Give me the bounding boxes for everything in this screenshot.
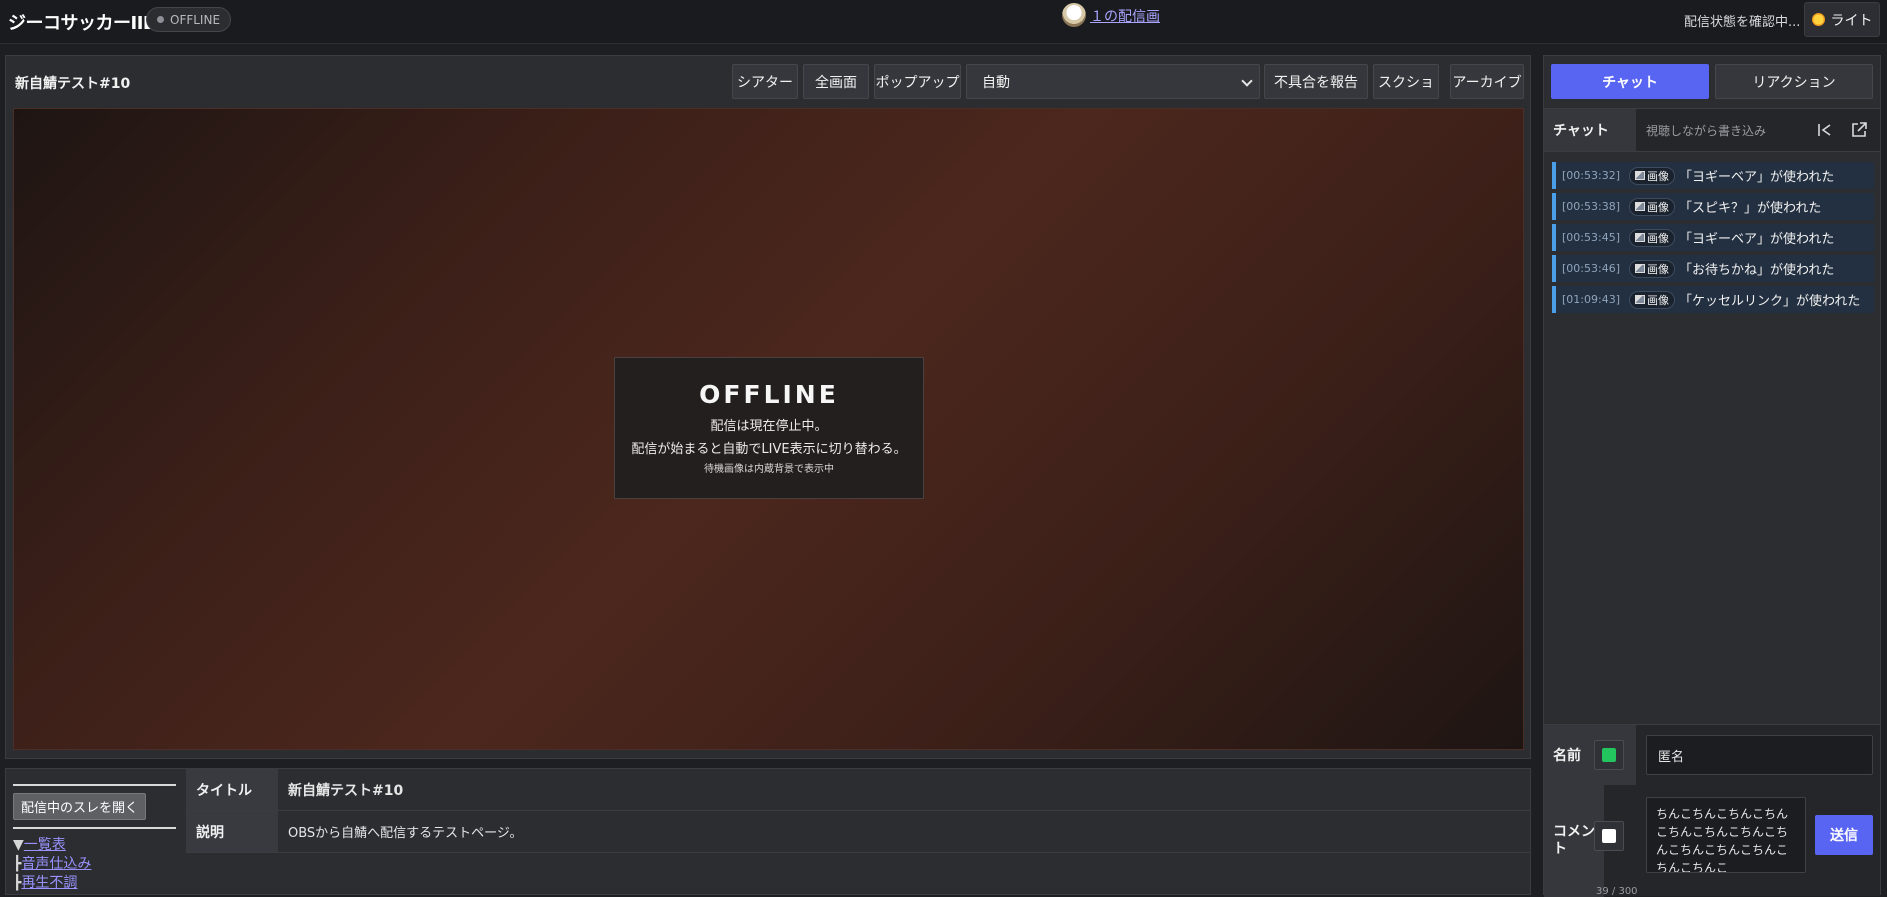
chat-message: [00:53:46] 画像 「お待ちかね」が使われた bbox=[1552, 255, 1874, 282]
top-bar: ジーコサッカーIIDX OFFLINE １の配信画 配信状態を確認中... ライ… bbox=[0, 0, 1887, 44]
info-panel: 配信中のスレを開く ▼一覧表 ┣音声仕込み ┣再生不調 タイトル 新自鯖テスト#… bbox=[5, 768, 1531, 895]
status-badge-label: OFFLINE bbox=[170, 12, 221, 27]
offline-message-2: 配信が始まると自動でLIVE表示に切り替わる。 bbox=[631, 442, 907, 457]
image-badge: 画像 bbox=[1629, 259, 1675, 278]
chat-text: 「スピキ？」が使われた bbox=[1679, 201, 1822, 216]
info-key: タイトル bbox=[186, 769, 278, 810]
thread-link[interactable]: 一覧表 bbox=[24, 837, 66, 853]
table-row: タイトル 新自鯖テスト#10 bbox=[186, 769, 1530, 811]
chat-message: [01:09:43] 画像 「ケッセルリンク」が使われた bbox=[1552, 286, 1874, 313]
report-issue-button[interactable]: 不具合を報告 bbox=[1264, 64, 1368, 99]
image-icon bbox=[1635, 295, 1645, 304]
comment-textarea[interactable]: ちんこちんこちんこちんこちんこちんこちんこちんこちんこちんこちんこちんこちんこ bbox=[1646, 797, 1806, 873]
thread-link[interactable]: 音声仕込み bbox=[21, 856, 91, 872]
image-badge: 画像 bbox=[1629, 228, 1675, 247]
offline-message-1: 配信は現在停止中。 bbox=[710, 419, 828, 434]
offline-heading: OFFLINE bbox=[699, 380, 839, 409]
streamer-link[interactable]: １の配信画 bbox=[1062, 3, 1160, 27]
image-icon bbox=[1635, 171, 1645, 180]
popup-button[interactable]: ポップアップ bbox=[874, 64, 961, 99]
name-input[interactable]: 匿名 bbox=[1646, 735, 1873, 775]
comment-color-swatch bbox=[1602, 829, 1616, 843]
thread-column: 配信中のスレを開く ▼一覧表 ┣音声仕込み ┣再生不調 bbox=[13, 784, 176, 893]
archive-button[interactable]: アーカイブ bbox=[1450, 64, 1524, 99]
tree-prefix: ▼ bbox=[13, 837, 24, 853]
divider bbox=[13, 784, 176, 786]
theme-toggle-button[interactable]: ライト bbox=[1804, 2, 1880, 37]
badge-label: 画像 bbox=[1647, 200, 1669, 214]
name-color-swatch bbox=[1602, 748, 1616, 762]
quality-select[interactable]: 自動 bbox=[966, 64, 1260, 99]
stream-info-table: タイトル 新自鯖テスト#10 説明 OBSから自鯖へ配信するテストページ。 bbox=[186, 769, 1530, 853]
chat-text: 「ヨギーベア」が使われた bbox=[1679, 170, 1835, 185]
quality-select-value: 自動 bbox=[982, 74, 1010, 91]
badge-label: 画像 bbox=[1647, 262, 1669, 276]
offline-note: 待機画像は内蔵背景で表示中 bbox=[704, 464, 834, 475]
chat-sidebar: チャット リアクション チャット 視聴しながら書き込み [00:53:32] 画… bbox=[1543, 55, 1881, 897]
theme-toggle-label: ライト bbox=[1830, 12, 1873, 29]
image-badge: 画像 bbox=[1629, 290, 1675, 309]
divider bbox=[13, 827, 176, 829]
chat-message-list: [00:53:32] 画像 「ヨギーベア」が使われた [00:53:38] 画像… bbox=[1552, 162, 1874, 317]
chat-text: 「ヨギーベア」が使われた bbox=[1679, 232, 1835, 247]
player-panel: 新自鯖テスト#10 シアター 全画面 ポップアップ 自動 不具合を報告 スクショ… bbox=[5, 55, 1531, 759]
badge-label: 画像 bbox=[1647, 293, 1669, 307]
chat-form: 名前 匿名 コメント ちんこちんこちんこちんこちんこちんこちんこちんこちんこちん… bbox=[1544, 724, 1880, 897]
chat-timestamp[interactable]: [00:53:46] bbox=[1562, 262, 1620, 275]
comment-color-picker[interactable] bbox=[1594, 821, 1624, 851]
chevron-down-icon bbox=[1241, 75, 1253, 87]
tab-chat[interactable]: チャット bbox=[1551, 64, 1709, 99]
thread-links: ▼一覧表 ┣音声仕込み ┣再生不調 bbox=[13, 836, 176, 893]
theater-button[interactable]: シアター bbox=[732, 64, 798, 99]
chat-timestamp[interactable]: [00:53:38] bbox=[1562, 200, 1620, 213]
status-dot-icon bbox=[157, 16, 164, 23]
thread-link[interactable]: 再生不調 bbox=[21, 875, 77, 891]
chat-message: [00:53:38] 画像 「スピキ？」が使われた bbox=[1552, 193, 1874, 220]
thread-link-item: ┣音声仕込み bbox=[13, 855, 176, 874]
table-row: 説明 OBSから自鯖へ配信するテストページ。 bbox=[186, 811, 1530, 853]
external-link-icon[interactable] bbox=[1850, 121, 1868, 139]
chat-timestamp[interactable]: [01:09:43] bbox=[1562, 293, 1620, 306]
sun-icon bbox=[1811, 13, 1825, 26]
streamer-link-text[interactable]: １の配信画 bbox=[1090, 6, 1160, 26]
chat-timestamp[interactable]: [00:53:45] bbox=[1562, 231, 1620, 244]
player-toolbar: シアター 全画面 ポップアップ 自動 不具合を報告 スクショ アーカイブ bbox=[6, 64, 1530, 100]
chat-header-hint: 視聴しながら書き込み bbox=[1646, 124, 1767, 138]
thread-link-item: ▼一覧表 bbox=[13, 836, 176, 855]
stream-status-text: 配信状態を確認中... bbox=[1684, 15, 1801, 30]
chat-text: 「お待ちかね」が使われた bbox=[1679, 263, 1835, 278]
screenshot-button[interactable]: スクショ bbox=[1373, 64, 1439, 99]
send-button[interactable]: 送信 bbox=[1815, 815, 1873, 855]
name-color-picker[interactable] bbox=[1594, 740, 1624, 770]
chat-message: [00:53:45] 画像 「ヨギーベア」が使われた bbox=[1552, 224, 1874, 251]
chat-message: [00:53:32] 画像 「ヨギーベア」が使われた bbox=[1552, 162, 1874, 189]
image-badge: 画像 bbox=[1629, 166, 1675, 185]
avatar bbox=[1062, 3, 1086, 27]
fullscreen-button[interactable]: 全画面 bbox=[803, 64, 869, 99]
info-value: 新自鯖テスト#10 bbox=[288, 782, 404, 799]
badge-label: 画像 bbox=[1647, 169, 1669, 183]
chat-header-label: チャット bbox=[1544, 109, 1636, 151]
image-icon bbox=[1635, 202, 1645, 211]
badge-label: 画像 bbox=[1647, 231, 1669, 245]
chat-text: 「ケッセルリンク」が使われた bbox=[1679, 294, 1861, 309]
image-badge: 画像 bbox=[1629, 197, 1675, 216]
tab-reaction[interactable]: リアクション bbox=[1715, 64, 1873, 99]
open-thread-button[interactable]: 配信中のスレを開く bbox=[13, 793, 147, 820]
image-icon bbox=[1635, 233, 1645, 242]
video-player[interactable]: OFFLINE 配信は現在停止中。 配信が始まると自動でLIVE表示に切り替わる… bbox=[13, 108, 1524, 750]
image-icon bbox=[1635, 264, 1645, 273]
char-counter: 39 / 300 bbox=[1596, 886, 1638, 897]
chat-header: チャット 視聴しながら書き込み bbox=[1544, 108, 1880, 152]
offline-card: OFFLINE 配信は現在停止中。 配信が始まると自動でLIVE表示に切り替わる… bbox=[614, 357, 924, 499]
chat-timestamp[interactable]: [00:53:32] bbox=[1562, 169, 1620, 182]
collapse-left-icon[interactable] bbox=[1816, 121, 1834, 139]
info-key: 説明 bbox=[186, 811, 278, 852]
info-value: OBSから自鯖へ配信するテストページ。 bbox=[288, 826, 523, 841]
thread-link-item: ┣再生不調 bbox=[13, 874, 176, 893]
status-badge: OFFLINE bbox=[146, 7, 232, 32]
